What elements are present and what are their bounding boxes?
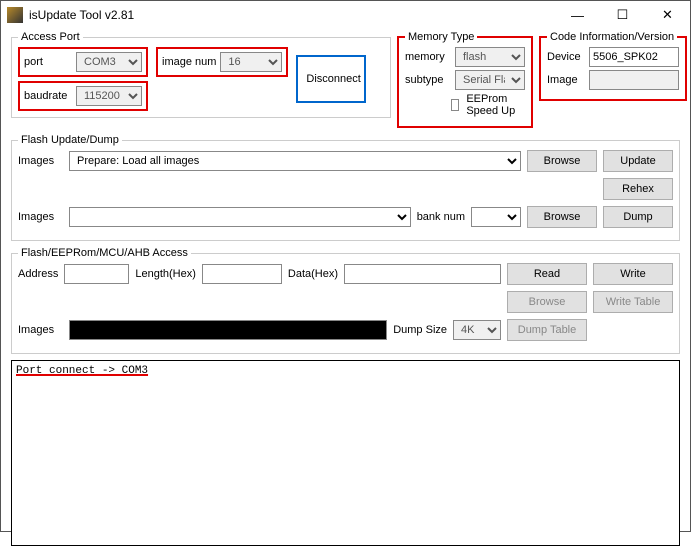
write-table-button: Write Table [593,291,673,313]
code-info-group: Code Information/Version Device Image [539,31,687,101]
address-field[interactable] [64,264,129,284]
images-label-2: Images [18,211,63,223]
images-select-2[interactable] [69,207,411,227]
imgnum-select[interactable]: 16 [220,52,282,72]
port-select[interactable]: COM3 [76,52,142,72]
banknum-label: bank num [417,211,465,223]
address-label: Address [18,268,58,280]
image-label: Image [547,74,585,86]
access-port-legend: Access Port [18,31,83,43]
minimize-button[interactable]: — [555,1,600,29]
update-button[interactable]: Update [603,150,673,172]
memory-label: memory [405,51,451,63]
device-label: Device [547,51,585,63]
console-line: Port connect -> COM3 [16,365,148,377]
subtype-label: subtype [405,74,451,86]
baud-label: baudrate [24,90,72,102]
code-info-legend: Code Information/Version [547,31,677,43]
browse-button-3: Browse [507,291,587,313]
dump-size-label: Dump Size [393,324,447,336]
images-label-3: Images [18,324,63,336]
memory-type-legend: Memory Type [405,31,477,43]
images-select-1[interactable]: Prepare: Load all images [69,151,521,171]
data-label: Data(Hex) [288,268,338,280]
imgnum-box: image num 16 [156,47,288,77]
titlebar: isUpdate Tool v2.81 — ☐ ✕ [1,1,690,29]
flash-update-group: Flash Update/Dump Images Prepare: Load a… [11,134,680,241]
write-button[interactable]: Write [593,263,673,285]
eeprom-label: EEProm Speed Up [466,93,525,117]
dump-size-select[interactable]: 4K [453,320,501,340]
read-button[interactable]: Read [507,263,587,285]
banknum-select[interactable] [471,207,521,227]
images-label-1: Images [18,155,63,167]
data-field[interactable] [344,264,501,284]
device-field[interactable] [589,47,679,67]
app-icon [7,7,23,23]
close-button[interactable]: ✕ [645,1,690,29]
imgnum-label: image num [162,56,216,68]
console-output: Port connect -> COM3 [11,360,680,546]
dump-button[interactable]: Dump [603,206,673,228]
browse-button-1[interactable]: Browse [527,150,597,172]
subtype-select[interactable]: Serial Flash [455,70,525,90]
length-label: Length(Hex) [135,268,196,280]
port-box: port COM3 [18,47,148,77]
port-label: port [24,56,72,68]
baud-box: baudrate 115200 [18,81,148,111]
length-field[interactable] [202,264,282,284]
images-select-3[interactable] [69,320,387,340]
memory-select[interactable]: flash [455,47,525,67]
maximize-button[interactable]: ☐ [600,1,645,29]
baud-select[interactable]: 115200 [76,86,142,106]
browse-button-2[interactable]: Browse [527,206,597,228]
access-legend: Flash/EEPRom/MCU/AHB Access [18,247,191,259]
memory-type-group: Memory Type memory flash subtype Serial … [397,31,533,128]
dump-table-button: Dump Table [507,319,587,341]
eeprom-checkbox[interactable] [451,99,459,111]
image-field[interactable] [589,70,679,90]
access-group: Flash/EEPRom/MCU/AHB Access Address Leng… [11,247,680,354]
rehex-button[interactable]: Rehex [603,178,673,200]
disconnect-button[interactable]: Disconnect [296,55,366,103]
flash-update-legend: Flash Update/Dump [18,134,122,146]
window-title: isUpdate Tool v2.81 [29,8,134,22]
access-port-group: Access Port port COM3 image num 16 [11,31,391,118]
